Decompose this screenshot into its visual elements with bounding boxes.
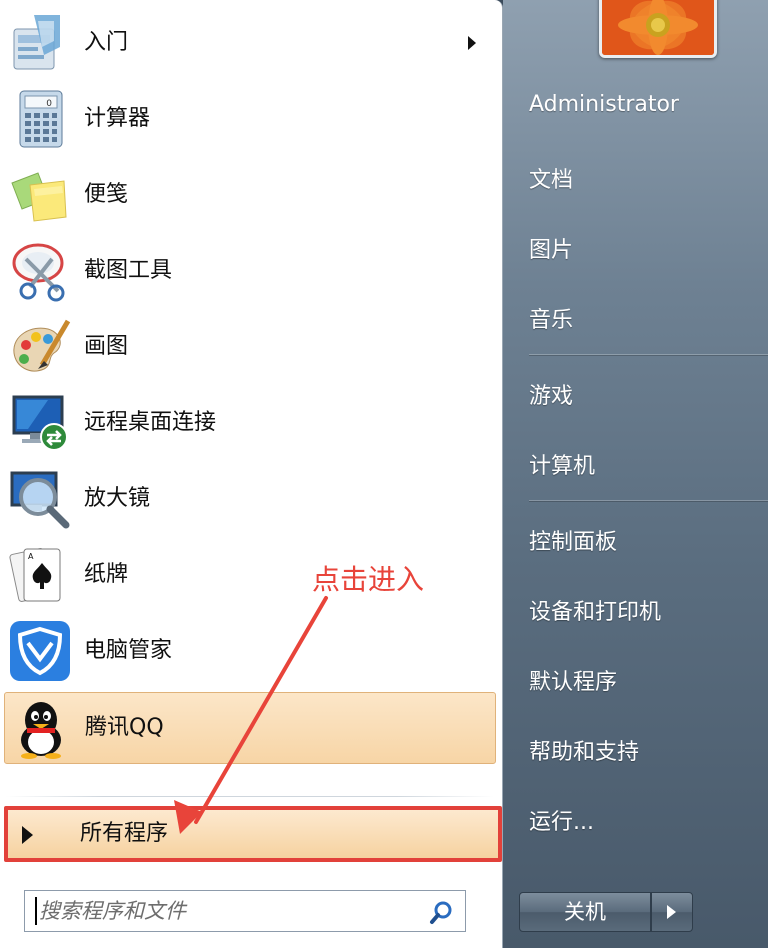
program-label: 电脑管家 — [84, 638, 173, 663]
program-label: 腾讯QQ — [85, 715, 164, 740]
menu-divider — [529, 500, 768, 501]
program-item-paint[interactable]: 画图 — [4, 312, 494, 382]
run-link[interactable]: 运行... — [529, 804, 594, 836]
chevron-right-icon — [667, 905, 676, 919]
submenu-arrow-icon[interactable] — [468, 36, 476, 50]
program-item-sticky-notes[interactable]: 便笺 — [4, 160, 494, 230]
svg-text:0: 0 — [46, 99, 52, 109]
expand-arrow-icon — [22, 826, 33, 844]
program-item-snipping-tool[interactable]: 截图工具 — [4, 236, 494, 306]
documents-link[interactable]: 文档 — [529, 162, 573, 194]
user-name-link[interactable]: Administrator — [529, 92, 679, 117]
music-link[interactable]: 音乐 — [529, 302, 573, 334]
menu-divider — [6, 796, 494, 797]
start-menu-left-pane: 入门 0 计算器 便笺 截图工具 画图 远程桌面连接 放大镜 A 纸牌 电脑管家… — [0, 0, 503, 948]
program-label: 放大镜 — [84, 486, 151, 511]
devices-and-printers-link[interactable]: 设备和打印机 — [529, 594, 661, 626]
svg-text:A: A — [28, 552, 34, 561]
program-item-calculator[interactable]: 0 计算器 — [4, 84, 494, 154]
program-label: 便笺 — [84, 182, 129, 207]
remote-desktop-icon — [12, 395, 68, 451]
magnifier-icon — [10, 471, 70, 529]
search-input[interactable] — [39, 891, 419, 931]
help-and-support-link[interactable]: 帮助和支持 — [529, 734, 639, 766]
default-programs-link[interactable]: 默认程序 — [529, 664, 617, 696]
search-icon[interactable] — [429, 899, 455, 925]
shutdown-button[interactable]: 关机 — [519, 892, 651, 932]
program-label: 计算器 — [84, 106, 151, 131]
program-item-remote-desktop[interactable]: 远程桌面连接 — [4, 388, 494, 458]
getting-started-icon — [13, 15, 60, 70]
paint-icon — [13, 319, 71, 372]
flower-picture-icon — [602, 0, 714, 55]
all-programs-button[interactable]: 所有程序 — [4, 806, 502, 862]
annotation-label: 点击进入 — [312, 563, 425, 596]
search-box[interactable] — [24, 890, 466, 932]
qq-icon — [21, 702, 61, 759]
pc-manager-icon — [10, 621, 70, 681]
program-label: 入门 — [84, 30, 129, 55]
program-item-qq[interactable]: 腾讯QQ — [4, 692, 496, 764]
program-item-magnifier[interactable]: 放大镜 — [4, 464, 494, 534]
computer-link[interactable]: 计算机 — [529, 448, 595, 480]
sticky-notes-icon — [11, 172, 67, 222]
program-item-getting-started[interactable]: 入门 — [4, 8, 494, 78]
snipping-tool-icon — [12, 243, 65, 302]
program-label: 远程桌面连接 — [84, 410, 217, 435]
shutdown-options-button[interactable] — [651, 892, 693, 932]
calculator-icon: 0 — [19, 90, 63, 148]
solitaire-icon: A — [9, 548, 61, 602]
program-item-pc-manager[interactable]: 电脑管家 — [4, 616, 494, 686]
menu-divider — [529, 354, 768, 355]
user-picture[interactable] — [599, 0, 717, 58]
control-panel-link[interactable]: 控制面板 — [529, 524, 617, 556]
all-programs-label: 所有程序 — [80, 821, 169, 846]
program-label: 画图 — [84, 334, 129, 359]
program-label: 纸牌 — [84, 562, 129, 587]
pictures-link[interactable]: 图片 — [529, 232, 573, 264]
text-cursor — [35, 897, 37, 925]
program-label: 截图工具 — [84, 258, 173, 283]
start-menu-right-pane: Administrator 文档 图片 音乐 游戏 计算机 控制面板 设备和打印… — [503, 0, 768, 948]
games-link[interactable]: 游戏 — [529, 378, 573, 410]
